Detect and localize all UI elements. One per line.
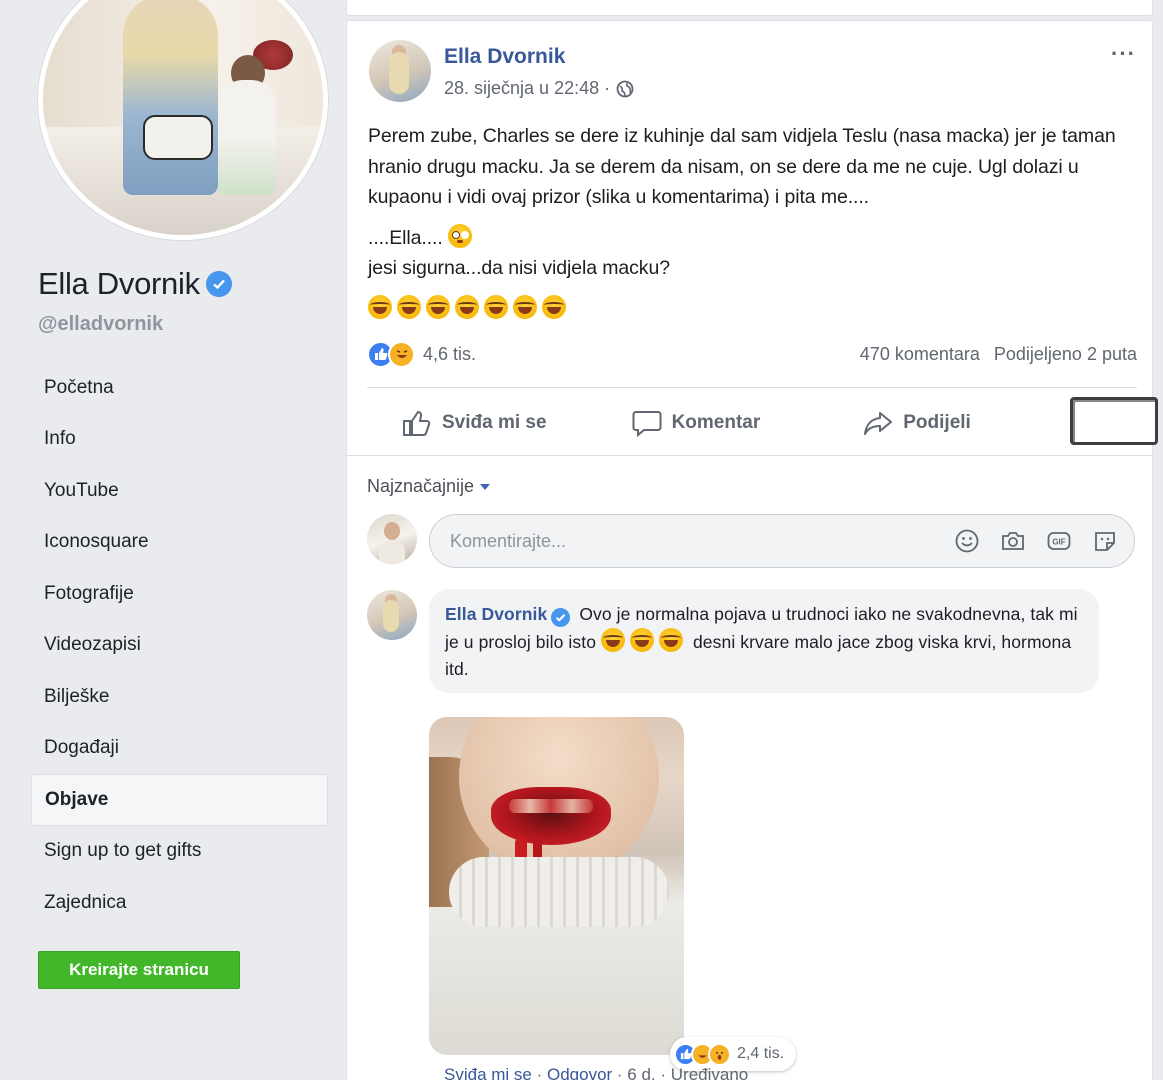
post-timestamp-text[interactable]: 28. siječnja u 22:48 · xyxy=(444,78,610,99)
laughing-emoji-icon xyxy=(455,294,479,319)
gif-icon[interactable]: GIF xyxy=(1046,528,1072,554)
sidebar-item-youtube[interactable]: YouTube xyxy=(31,465,328,517)
laughing-emoji-icon xyxy=(630,628,654,652)
globe-icon[interactable] xyxy=(616,80,634,98)
haha-reaction-icon[interactable] xyxy=(388,340,415,368)
more-options-icon[interactable]: ··· xyxy=(1111,41,1136,67)
sidebar-item-sign-up-gifts[interactable]: Sign up to get gifts xyxy=(31,826,328,878)
share-count[interactable]: Podijeljeno 2 puta xyxy=(994,344,1137,365)
post-author-name[interactable]: Ella Dvornik xyxy=(444,45,565,69)
comment-photo[interactable] xyxy=(429,717,684,1055)
camera-icon[interactable] xyxy=(1000,528,1026,554)
laughing-emoji-icon xyxy=(397,294,421,319)
comment-edited-label[interactable]: Uređivano xyxy=(671,1065,749,1080)
sidebar-item-objave[interactable]: Objave xyxy=(31,774,328,826)
post-timestamp: 28. siječnja u 22:48 · xyxy=(444,78,634,99)
sidebar-item-dogadaji[interactable]: Događaji xyxy=(31,723,328,775)
left-column: Ella Dvornik @elladvornik Početna Info Y… xyxy=(0,0,345,1080)
comment-author-avatar[interactable] xyxy=(367,590,417,640)
comment-count[interactable]: 470 komentara xyxy=(860,344,980,365)
comment-input[interactable]: Komentirajte... GIF xyxy=(429,514,1135,568)
comments-section: Najznačajnije Komentirajte... GIF Ella D… xyxy=(347,455,1152,1080)
current-user-avatar[interactable] xyxy=(367,514,417,564)
comment-reply-link[interactable]: Odgovor xyxy=(547,1065,612,1080)
flushed-face-icon xyxy=(448,223,472,248)
comment-like-link[interactable]: Sviđa mi se xyxy=(444,1065,532,1080)
verified-badge-icon xyxy=(205,271,232,297)
sidebar-item-biljeske[interactable]: Bilješke xyxy=(31,671,328,723)
page-name-text[interactable]: Ella Dvornik xyxy=(38,266,200,302)
post-card: Ella Dvornik 28. siječnja u 22:48 · ··· … xyxy=(346,20,1158,1080)
sticker-icon[interactable] xyxy=(1092,528,1118,554)
post-line-text: ....Ella.... xyxy=(368,226,443,249)
laughing-emoji-icon xyxy=(513,294,537,319)
comment-input-tools: GIF xyxy=(954,528,1118,554)
share-button-label: Podijeli xyxy=(903,412,971,433)
emoji-row xyxy=(368,294,1143,325)
post-body: Perem zube, Charles se dere iz kuhinje d… xyxy=(368,121,1143,324)
laughing-emoji-icon xyxy=(484,294,508,319)
post-line: ....Ella.... xyxy=(368,223,1143,254)
laughing-emoji-icon xyxy=(542,294,566,319)
comment-sort-dropdown[interactable]: Najznačajnije xyxy=(367,476,491,497)
audience-selector[interactable] xyxy=(1070,397,1158,445)
reactions-summary: 4,6 tis. 470 komentara Podijeljeno 2 put… xyxy=(367,339,1137,369)
comment-author-name[interactable]: Ella Dvornik xyxy=(445,604,547,624)
thumbs-up-icon xyxy=(403,410,431,436)
share-button[interactable]: Podijeli xyxy=(863,409,971,437)
post-line-question: jesi sigurna...da nisi vidjela macku? xyxy=(368,257,670,279)
like-button[interactable]: Sviđa mi se xyxy=(402,409,547,437)
laughing-emoji-icon xyxy=(601,628,625,652)
post-author-avatar[interactable] xyxy=(369,40,431,102)
comment-bubble-icon xyxy=(632,411,662,437)
sidebar-item-fotografije[interactable]: Fotografije xyxy=(31,568,328,620)
profile-photo xyxy=(43,0,323,235)
previous-card-edge xyxy=(346,0,1153,16)
reaction-count[interactable]: 4,6 tis. xyxy=(423,344,476,365)
comment-input-placeholder: Komentirajte... xyxy=(450,530,567,551)
sidebar-item-info[interactable]: Info xyxy=(31,414,328,466)
sidebar-item-zajednica[interactable]: Zajednica xyxy=(31,877,328,929)
profile-picture[interactable] xyxy=(38,0,328,240)
comment-button-label: Komentar xyxy=(671,412,761,433)
sidebar-item-pocetna[interactable]: Početna xyxy=(31,362,328,414)
comment-meta: Sviđa mi se · Odgovor · 6 d. · Uređivano xyxy=(444,1065,748,1080)
share-arrow-icon xyxy=(864,412,893,435)
like-button-label: Sviđa mi se xyxy=(442,412,547,433)
divider xyxy=(367,387,1137,388)
comment-bubble: Ella Dvornik Ovo je normalna pojava u tr… xyxy=(429,589,1099,693)
chevron-down-icon xyxy=(480,483,491,490)
wow-reaction-icon xyxy=(708,1042,731,1066)
laughing-emoji-icon xyxy=(426,294,450,319)
verified-badge-icon xyxy=(551,608,571,627)
page-handle[interactable]: @elladvornik xyxy=(38,313,163,336)
page-title[interactable]: Ella Dvornik xyxy=(38,266,232,302)
laughing-emoji-icon xyxy=(368,294,392,319)
sidebar-item-iconosquare[interactable]: Iconosquare xyxy=(31,517,328,569)
emoji-picker-icon[interactable] xyxy=(954,528,980,554)
post-actions-bar: Sviđa mi se Komentar Podijeli xyxy=(367,391,1158,455)
comment-sort-label: Najznačajnije xyxy=(367,476,475,496)
create-page-button[interactable]: Kreirajte stranicu xyxy=(38,951,240,989)
comment-age[interactable]: 6 d. xyxy=(627,1065,655,1080)
comment-button[interactable]: Komentar xyxy=(632,409,761,437)
comment-reaction-count: 2,4 tis. xyxy=(737,1045,785,1062)
laughing-emoji-icon xyxy=(659,628,683,652)
sidebar-nav: Početna Info YouTube Iconosquare Fotogra… xyxy=(31,362,328,929)
sidebar-item-videozapisi[interactable]: Videozapisi xyxy=(31,620,328,672)
svg-text:GIF: GIF xyxy=(1052,538,1065,547)
post-paragraph: Perem zube, Charles se dere iz kuhinje d… xyxy=(368,125,1116,208)
